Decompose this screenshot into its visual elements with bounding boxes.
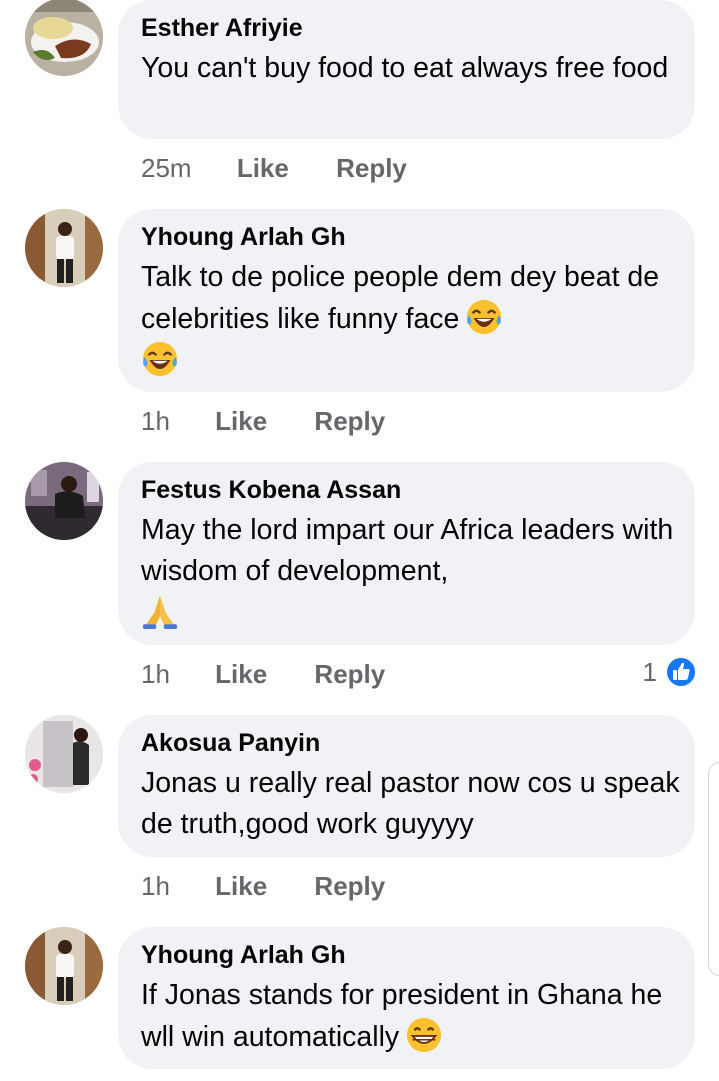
- reply-button[interactable]: Reply: [314, 406, 385, 436]
- avatar[interactable]: [25, 927, 103, 1005]
- comment-time[interactable]: 1h: [141, 659, 170, 689]
- comment-actions: 25m Like Reply: [141, 153, 407, 183]
- like-button[interactable]: Like: [215, 659, 267, 689]
- comment-time[interactable]: 25m: [141, 153, 192, 183]
- person-standing-avatar-image: [25, 927, 103, 1005]
- folded-hands-emoji: [142, 595, 178, 630]
- reply-button[interactable]: Reply: [314, 659, 385, 689]
- like-button[interactable]: Like: [215, 406, 267, 436]
- reaction-count[interactable]: 1: [643, 656, 697, 688]
- comment-bubble: Yhoung Arlah Gh If Jonas stands for pres…: [118, 927, 695, 1069]
- like-button[interactable]: Like: [215, 871, 267, 901]
- reaction-count-number: 1: [642, 657, 657, 687]
- avatar[interactable]: [25, 462, 103, 540]
- food-plate-avatar-image: [25, 0, 103, 76]
- floating-card-edge: [708, 762, 719, 976]
- comment-time[interactable]: 1h: [141, 871, 170, 901]
- comment-author[interactable]: Yhoung Arlah Gh: [141, 223, 671, 251]
- comment-author[interactable]: Festus Kobena Assan: [141, 476, 671, 504]
- comment-bubble: Festus Kobena Assan May the lord impart …: [118, 462, 695, 645]
- avatar[interactable]: [25, 0, 103, 76]
- reply-button[interactable]: Reply: [314, 871, 385, 901]
- avatar[interactable]: [25, 715, 103, 793]
- comment-actions: 1h Like Reply: [141, 659, 385, 689]
- comment-text: If Jonas stands for president in Ghana h…: [141, 975, 686, 1058]
- comment-author[interactable]: Yhoung Arlah Gh: [141, 941, 671, 969]
- person-mirror-avatar-image: [25, 715, 103, 793]
- comment-bubble: Yhoung Arlah Gh Talk to de police people…: [118, 209, 695, 392]
- grinning-emoji: [407, 1017, 442, 1053]
- reply-button[interactable]: Reply: [336, 153, 407, 183]
- thumbs-up-icon: [665, 656, 697, 688]
- avatar[interactable]: [25, 209, 103, 287]
- comment-text: May the lord impart our Africa leaders w…: [141, 514, 674, 587]
- comment-text: You can't buy food to eat always free fo…: [141, 52, 669, 84]
- comment-bubble: Esther Afriyie You can't buy food to eat…: [118, 0, 695, 139]
- comment-text-body: If Jonas stands for president in Ghana h…: [141, 979, 663, 1053]
- comment-author[interactable]: Esther Afriyie: [141, 14, 671, 42]
- tears-of-joy-emoji: [467, 299, 502, 335]
- comment-bubble: Akosua Panyin Jonas u really real pastor…: [118, 715, 695, 857]
- like-button[interactable]: Like: [237, 153, 289, 183]
- comment-text-body: Talk to de police people dem dey beat de…: [141, 261, 660, 335]
- person-sitting-avatar-image: [25, 462, 103, 540]
- comment-author[interactable]: Akosua Panyin: [141, 729, 671, 757]
- comment-actions: 1h Like Reply: [141, 871, 385, 901]
- comment-text: Talk to de police people dem dey beat de…: [141, 257, 671, 382]
- tears-of-joy-emoji: [142, 341, 178, 377]
- comment-time[interactable]: 1h: [141, 406, 170, 436]
- person-standing-avatar-image: [25, 209, 103, 287]
- comment-text: Jonas u really real pastor now cos u spe…: [141, 767, 680, 840]
- comment-actions: 1h Like Reply: [141, 406, 385, 436]
